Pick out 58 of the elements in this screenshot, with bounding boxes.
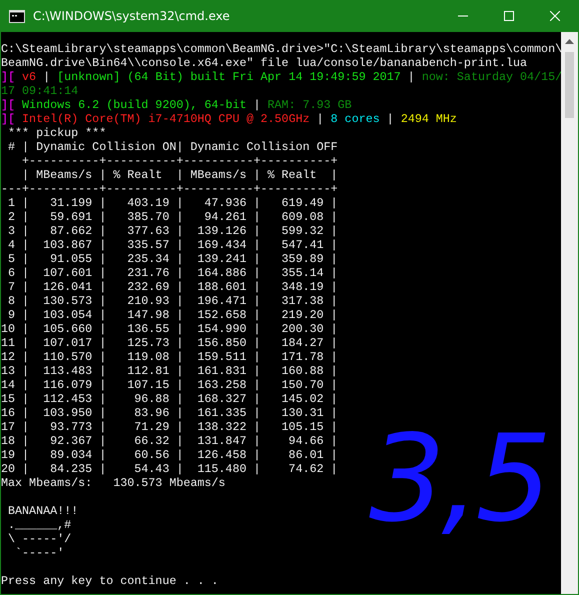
console-text: 13 | 113.483 | 112.81 | 161.831 | 160.88 | [1, 364, 338, 378]
console-text: ][ [1, 98, 16, 112]
console-text: 9 | 103.054 | 147.98 | 152.658 | 219.20 | [7, 308, 338, 322]
console-text: `-----' [14, 546, 64, 560]
console-text: *** pickup *** [7, 126, 106, 140]
console-text: \ -----'/ [7, 532, 72, 546]
console-text: Max Mbeams/s: 130.573 Mbeams/s [1, 476, 226, 490]
window-title: C:\WINDOWS\system32\cmd.exe [33, 9, 230, 23]
console-text: 19 | 89.034 | 60.56 | 126.458 | 86.01 | [1, 448, 338, 462]
console-text: 14 | 116.079 | 107.15 | 163.258 | 150.70 | [1, 378, 338, 392]
console-text: 11 | 107.017 | 125.73 | 156.850 | 184.27 | [1, 336, 338, 350]
console-text: 8 cores [330, 112, 380, 126]
console-text: .______,# [7, 518, 72, 532]
console-text: 1 | 31.199 | 403.19 | 47.936 | 619.49 | [7, 196, 338, 210]
console-text: 7 | 126.041 | 232.69 | 188.601 | 348.19 | [7, 280, 338, 294]
console-text: 20 | 84.235 | 54.43 | 115.480 | 74.62 | [1, 462, 338, 476]
console-text: +----------+----------+----------+----------+ [21, 154, 338, 168]
console-text: Intel(R) Core(TM) i7-4710HQ CPU @ 2.50GHz [21, 112, 310, 126]
scrollbar[interactable] [561, 32, 578, 594]
console-text: Windows 6.2 (build 9200), 64-bit [21, 98, 246, 112]
console-text: BANANAA!!! [7, 504, 78, 518]
console-text: 2494 MHz [400, 112, 457, 126]
console-text: | [252, 98, 262, 112]
console-text: # | Dynamic Collision ON| Dynamic Collision OFF [7, 140, 338, 154]
console-text: 16 | 103.950 | 83.96 | 161.335 | 130.31 | [1, 406, 338, 420]
console-text: RAM: 7.93 GB [268, 98, 352, 112]
console-text: 6 | 107.601 | 231.76 | 164.886 | 355.14 | [7, 266, 338, 280]
console-text: C:\SteamLibrary\steamapps\common\BeamNG.drive>"C:\SteamLibrary\steamapps\common\ [1, 42, 561, 56]
console-text: 15 | 112.453 | 96.88 | 168.327 | 145.02 | [1, 392, 338, 406]
console-text: 12 | 110.570 | 119.08 | 159.511 | 171.78 | [1, 350, 338, 364]
console-text: | [316, 112, 325, 126]
console-text: ][ [1, 70, 16, 84]
console-text: 10 | 105.660 | 136.55 | 154.990 | 200.30 | [1, 322, 338, 336]
console-text: 8 | 130.573 | 210.93 | 196.471 | 317.38 | [7, 294, 338, 308]
console-text: | [42, 70, 52, 84]
console-text: | [386, 112, 395, 126]
close-icon [550, 11, 560, 21]
scroll-thumb[interactable] [565, 52, 574, 118]
console-text: now: Saturday 04/15/ [422, 70, 561, 84]
console-text: 3 | 87.662 | 377.63 | 139.126 | 599.32 | [7, 224, 338, 238]
console-text: | MBeams/s | % Realt | MBeams/s | % Realt | [21, 168, 338, 182]
console-text: 17 | 93.773 | 71.29 | 138.322 | 105.15 | [1, 420, 338, 434]
console-text: BeamNG.drive\Bin64\\console.x64.exe" file lua/console/bananabench-print.lua [1, 56, 528, 70]
console-text: 2 | 59.691 | 385.70 | 94.261 | 609.08 | [7, 210, 338, 224]
console-text: ][ [1, 112, 16, 126]
console-text: [unknown] (64 Bit) built Fri Apr 14 19:49:59 2017 [57, 70, 401, 84]
console-text: ---+----------+----------+----------+----------+ [1, 182, 338, 196]
scroll-up-icon[interactable] [565, 39, 574, 44]
console-text: Press any key to continue . . . [1, 574, 218, 588]
console-text: v6 [21, 70, 36, 84]
console-text: 4 | 103.867 | 335.57 | 169.434 | 547.41 | [7, 238, 338, 252]
console-text: 17 09:41:14 [1, 84, 78, 98]
console-text: | [406, 70, 416, 84]
terminal-icon [9, 10, 25, 22]
handwritten-annotation: 3,5 [369, 420, 548, 540]
maximize-icon [504, 11, 514, 21]
console-text: 18 | 92.367 | 66.32 | 131.847 | 94.66 | [1, 434, 338, 448]
console-text: 5 | 91.055 | 235.34 | 139.241 | 359.89 | [7, 252, 338, 266]
